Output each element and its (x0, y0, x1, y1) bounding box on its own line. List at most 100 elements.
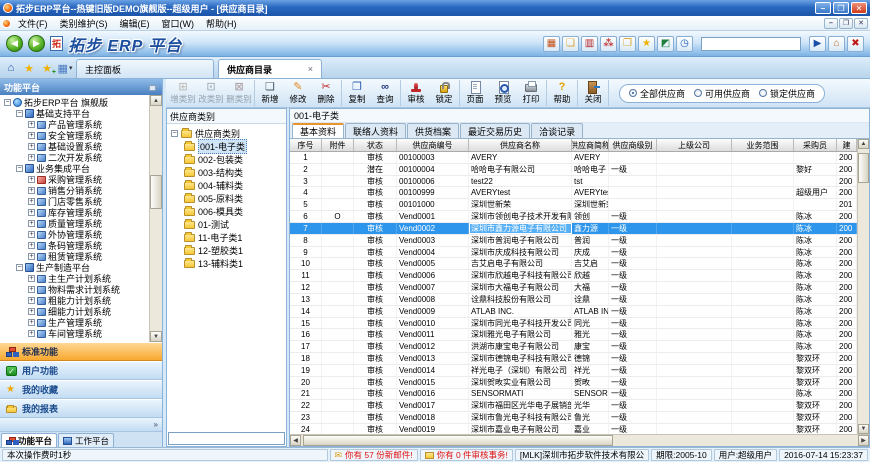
favorites-star-icon[interactable]: ★ (21, 60, 37, 76)
table-row[interactable]: 9审核Vend0004深圳市庆成科技有限公司庆成一级陈冰200 (290, 247, 857, 259)
sidebar-bottom-tab[interactable]: 功能平台 (1, 433, 57, 447)
close-button[interactable]: ✕ (851, 2, 867, 14)
quick-search-input[interactable] (701, 37, 801, 51)
expand-icon[interactable]: + (28, 308, 35, 315)
toolbar-button-新增[interactable]: ❏新增 (256, 80, 284, 107)
toolbar-button-关闭[interactable]: 关闭 (579, 80, 607, 107)
expand-icon[interactable]: + (28, 275, 35, 282)
table-row[interactable]: 14审核Vend0009ATLAB INC.ATLAB INC.一级陈冰200 (290, 306, 857, 318)
table-row[interactable]: 6O审核Vend0001深圳市领创电子技术开发有限公司领创一级陈冰200 (290, 211, 857, 223)
expand-icon[interactable]: − (16, 264, 23, 271)
expand-icon[interactable]: + (28, 154, 35, 161)
column-header[interactable]: 供应商编号 (397, 139, 469, 151)
table-row[interactable]: 10审核Vend0005吉艾启电子有限公司吉艾启一级陈冰200 (290, 258, 857, 270)
document-tab[interactable]: 主控面板 (76, 59, 214, 78)
radio-option[interactable]: 可用供应商 (694, 87, 750, 100)
table-row[interactable]: 21审核Vend0016SENSORMATISENSORMATI一级陈冰200 (290, 389, 857, 401)
toolbar-button-复制[interactable]: ❐复制 (343, 80, 371, 107)
modules-grid-icon[interactable]: ▦▾ (57, 60, 73, 76)
mdi-restore-button[interactable]: ❐ (839, 18, 853, 29)
vertical-scrollbar[interactable]: ▲ ▼ (857, 139, 869, 434)
expand-icon[interactable]: + (28, 220, 35, 227)
expand-icon[interactable]: + (28, 176, 35, 183)
category-item[interactable]: 001-电子类 (169, 140, 286, 153)
toolbar-button-预览[interactable]: 预览 (489, 80, 517, 107)
table-row[interactable]: 20审核Vend0015深圳贺畋实业有限公司贺畋一级黎双环200 (290, 377, 857, 389)
table-row[interactable]: 23审核Vend0018深圳市鲁光电子科技有限公司沙井分部鲁光一级黎双环200 (290, 412, 857, 424)
mdi-close-button[interactable]: ✕ (854, 18, 868, 29)
address-book-icon[interactable]: ▥ (581, 36, 598, 52)
menu-item[interactable]: 编辑(E) (114, 16, 156, 31)
column-header[interactable]: 业务范围 (732, 139, 794, 151)
mdi-minimize-button[interactable]: – (824, 18, 838, 29)
toolbar-button-删除[interactable]: ✂删除 (312, 80, 340, 107)
accordion-item[interactable]: 我的报表 (0, 399, 162, 418)
detail-tab[interactable]: 洽谈记录 (531, 123, 583, 138)
table-row[interactable]: 1审核00100003AVERYAVERY200 (290, 152, 857, 164)
table-row[interactable]: 19审核Vend0014祥光电子（深圳）有限公司祥光一级黎双环200 (290, 365, 857, 377)
scroll-right-icon[interactable]: ▶ (858, 435, 869, 446)
scrollbar-thumb[interactable] (150, 175, 162, 209)
horizontal-scrollbar[interactable]: ◀ ▶ (290, 434, 869, 446)
toolbar-button-查询[interactable]: ∞查询 (371, 80, 399, 107)
scrollbar-thumb[interactable] (858, 153, 869, 183)
column-header[interactable]: 状态 (354, 139, 397, 151)
minimize-button[interactable]: – (815, 2, 831, 14)
category-item[interactable]: 002-包装类 (169, 153, 286, 166)
detail-tab[interactable]: 供货档案 (407, 123, 459, 138)
category-item[interactable]: 01-测试 (169, 218, 286, 231)
toolbar-button-帮助[interactable]: ?帮助 (548, 80, 576, 107)
toolbar-button-删类别[interactable]: ⊠删类别 (225, 80, 253, 107)
table-row[interactable]: 3审核00100006test22tst200 (290, 176, 857, 188)
column-header[interactable]: 供应商简称 (572, 139, 609, 151)
favorite-star-icon[interactable]: ★ (638, 36, 655, 52)
toolbar-button-页面[interactable]: 页面 (461, 80, 489, 107)
tree-item[interactable]: +车间管理系统 (1, 328, 148, 339)
column-header[interactable]: 上级公司 (657, 139, 732, 151)
expand-icon[interactable]: − (4, 99, 11, 106)
expand-icon[interactable]: + (28, 198, 35, 205)
menu-item[interactable]: 文件(F) (12, 16, 54, 31)
expand-icon[interactable]: − (171, 130, 178, 137)
column-header[interactable]: 供应商名称 (469, 139, 572, 151)
detail-tab[interactable]: 最近交易历史 (460, 123, 530, 138)
category-item[interactable]: 004-辅料类 (169, 179, 286, 192)
category-item[interactable]: 13-辅料类1 (169, 257, 286, 270)
expand-icon[interactable]: + (28, 209, 35, 216)
column-header[interactable]: 采购员 (794, 139, 837, 151)
sidebar-bottom-tab[interactable]: 工作平台 (58, 433, 114, 447)
go-button[interactable]: ▶ (809, 36, 826, 52)
table-row[interactable]: 11审核Vend0006深圳市欣越电子科技有限公司欣越一级陈冰200 (290, 270, 857, 282)
expand-icon[interactable]: + (28, 121, 35, 128)
folder-add-icon[interactable]: ❐ (619, 36, 636, 52)
menu-item[interactable]: 窗口(W) (156, 16, 201, 31)
expand-icon[interactable]: + (28, 187, 35, 194)
expand-icon[interactable]: + (28, 319, 35, 326)
toolbar-button-增类别[interactable]: ⊞增类别 (169, 80, 197, 107)
column-header[interactable]: 建 (837, 139, 857, 151)
radio-option[interactable]: 锁定供应商 (759, 87, 815, 100)
scroll-up-icon[interactable]: ▲ (150, 95, 162, 106)
audit-notification[interactable]: 你有 0 件审核事务! (420, 449, 513, 461)
expand-icon[interactable]: + (28, 253, 35, 260)
toolbar-button-改类别[interactable]: ⊡改类别 (197, 80, 225, 107)
table-row[interactable]: 17审核Vend0012洪湖市康宝电子有限公司康宝一级陈冰200 (290, 341, 857, 353)
category-item[interactable]: 11-电子类1 (169, 231, 286, 244)
history-clock-icon[interactable]: ◷ (676, 36, 693, 52)
expand-icon[interactable]: + (28, 330, 35, 337)
toolbar-button-打印[interactable]: 打印 (517, 80, 545, 107)
back-button[interactable]: ◀ (6, 35, 23, 52)
home-button[interactable]: ⌂ (828, 36, 845, 52)
refresh-icon[interactable]: ◩ (657, 36, 674, 52)
column-header[interactable]: 序号 (290, 139, 322, 151)
mail-notification[interactable]: ✉你有 57 份新邮件! (330, 449, 418, 461)
add-favorite-icon[interactable]: ★+ (39, 60, 55, 76)
expand-icon[interactable]: − (16, 110, 23, 117)
column-header[interactable]: 附件 (322, 139, 354, 151)
forward-button[interactable]: ▶ (28, 35, 45, 52)
accordion-overflow[interactable]: » (0, 418, 162, 432)
document-tab[interactable]: 供应商目录× (218, 59, 322, 78)
table-row[interactable]: 24审核Vend0019深圳市嘉业电子有限公司嘉业一级黎双环200 (290, 424, 857, 434)
detail-tab[interactable]: 基本资料 (292, 123, 344, 138)
category-item[interactable]: 003-结构类 (169, 166, 286, 179)
